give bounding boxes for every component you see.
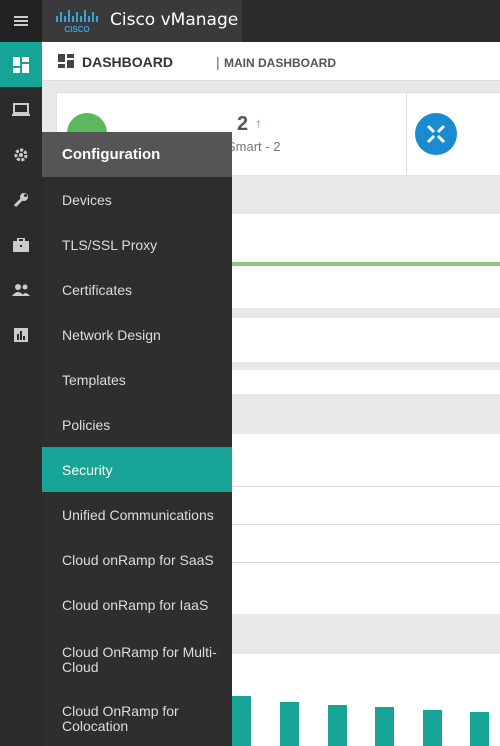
menu-item-cloud-onramp-saas[interactable]: Cloud onRamp for SaaS [42,537,232,582]
rail-monitor[interactable] [0,87,42,132]
app-title: Cisco vManage [110,10,239,30]
rail-configuration[interactable] [0,132,42,177]
left-nav-rail [0,42,42,746]
up-arrow-icon: ↑ [255,115,262,131]
breadcrumb: DASHBOARD | MAIN DASHBOARD [42,42,500,81]
page-subtitle: MAIN DASHBOARD [224,56,336,70]
dashboard-icon [13,56,29,73]
vsmart-label[interactable]: Smart - 2 [227,139,280,154]
menu-item-cloud-onramp-iaas[interactable]: Cloud onRamp for IaaS [42,582,232,627]
users-icon [12,283,30,296]
cisco-logo-text: CISCO [64,25,89,34]
menu-item-tls-ssl-proxy[interactable]: TLS/SSL Proxy [42,222,232,267]
chart-bar [470,712,489,746]
breadcrumb-separator: | [216,54,220,70]
menu-item-cloud-onramp-colocation[interactable]: Cloud OnRamp for Colocation [42,692,232,746]
rail-analytics[interactable] [0,312,42,357]
chart-bar [280,702,299,746]
hamburger-menu-icon[interactable] [0,0,42,42]
cisco-logo: CISCO [56,10,98,34]
menu-item-devices[interactable]: Devices [42,177,232,222]
rail-tools[interactable] [0,177,42,222]
chart-bar [375,707,394,746]
menu-item-security[interactable]: Security [42,447,232,492]
chart-bar [423,710,442,746]
dashboard-icon [58,54,74,68]
configuration-flyout-menu: Configuration Devices TLS/SSL Proxy Cert… [42,132,232,746]
menu-item-templates[interactable]: Templates [42,357,232,402]
menu-header: Configuration [42,132,232,177]
rail-administration[interactable] [0,267,42,312]
briefcase-icon [13,237,29,252]
analytics-icon [14,327,28,342]
page-title: DASHBOARD [82,54,173,70]
wrench-icon [13,192,28,207]
status-bar [232,262,500,266]
menu-item-unified-communications[interactable]: Unified Communications [42,492,232,537]
router-icon [415,113,457,155]
monitor-icon [12,102,30,116]
vsmart-count: 2 [237,113,249,135]
menu-item-cloud-onramp-multicloud[interactable]: Cloud OnRamp for Multi-Cloud [42,632,232,687]
menu-item-policies[interactable]: Policies [42,402,232,447]
rail-dashboard[interactable] [0,42,42,87]
rail-maintenance[interactable] [0,222,42,267]
brand-area[interactable]: CISCO Cisco vManage [42,0,242,42]
chart-bar [232,696,251,746]
menu-item-network-design[interactable]: Network Design [42,312,232,357]
gear-icon [14,148,28,161]
chart-bar [328,705,347,746]
top-bar: CISCO Cisco vManage [0,0,500,42]
menu-item-certificates[interactable]: Certificates [42,267,232,312]
